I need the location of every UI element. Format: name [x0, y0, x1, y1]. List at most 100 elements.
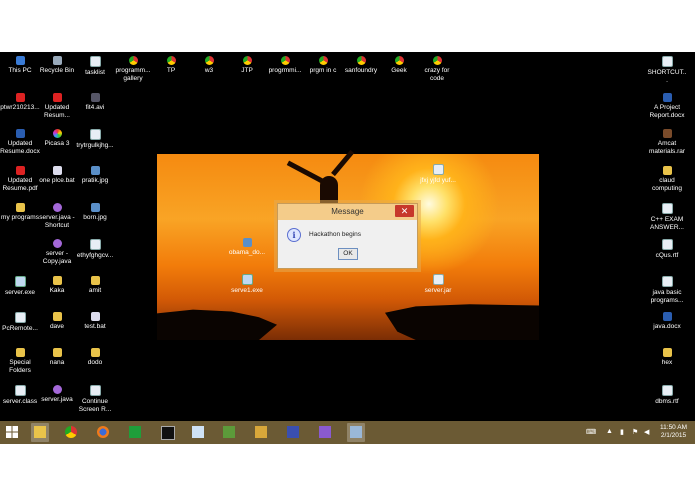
desktop-icon[interactable]: dodo [75, 348, 115, 367]
file-icon [89, 239, 101, 250]
pc-icon [15, 56, 25, 65]
desktop-icon[interactable]: serve1.exe [227, 274, 267, 295]
desktop-icon[interactable]: born.jpg [75, 203, 115, 222]
remote-desktop-icon [350, 426, 362, 438]
desktop-icon[interactable]: w3 [189, 56, 229, 75]
desktop-icon[interactable]: java basic programs... [647, 276, 687, 305]
taskbar-image-viewer[interactable] [220, 423, 238, 442]
taskbar-remote-desktop[interactable] [347, 423, 365, 442]
desktop-icon[interactable]: programm... gallery [113, 56, 153, 83]
desktop-icon[interactable]: ptwr210213... [0, 93, 40, 112]
clock-date: 2/1/2015 [660, 432, 687, 439]
desktop-icon[interactable]: tasklist [75, 56, 115, 77]
person-arm-left [286, 160, 327, 185]
desktop-icon[interactable]: TP [151, 56, 191, 75]
chrome-icon [318, 56, 328, 65]
desktop-icon[interactable]: java.docx [647, 312, 687, 331]
desktop-icon[interactable]: progrmmi... [265, 56, 305, 75]
close-icon[interactable]: ✕ [395, 205, 414, 217]
desktop-icon[interactable]: Continue Screen R... [75, 385, 115, 414]
desktop-icon[interactable]: Picasa 3 [37, 129, 77, 148]
desktop-icon[interactable]: Updated Resume.docx [0, 129, 40, 156]
desktop-icon[interactable]: server - Copy.java [37, 239, 77, 266]
desktop-icon[interactable]: one plce.bat [37, 166, 77, 185]
windows-start-icon [6, 426, 18, 438]
network-icon[interactable]: ▮ [620, 428, 624, 436]
desktop-icon[interactable]: test.bat [75, 312, 115, 331]
cmd-icon [161, 426, 175, 440]
desktop-icon[interactable]: server.jar [418, 274, 458, 295]
taskbar-notepad[interactable] [189, 423, 207, 442]
taskbar: ⌨ ▲ ▮ ⚑ ◀ 11:50 AM 2/1/2015 [0, 421, 695, 444]
taskbar-cmd[interactable] [158, 423, 176, 442]
flag-icon[interactable]: ⚑ [632, 428, 638, 436]
desktop-icon[interactable]: server.class [0, 385, 40, 406]
desktop-icon[interactable]: jfxj yjfd yuf... [418, 164, 458, 185]
taskbar-java[interactable] [284, 423, 302, 442]
volume-icon[interactable]: ◀ [644, 428, 649, 436]
desktop-icon[interactable]: obama_do... [227, 238, 267, 257]
desktop-icon[interactable]: A Project Report.docx [647, 93, 687, 120]
bat-icon [52, 166, 62, 175]
folder-icon [52, 312, 62, 321]
desktop-icon[interactable]: server.java - Shortcut [37, 203, 77, 230]
pdf-icon [15, 166, 25, 175]
file-icon [89, 129, 101, 140]
chrome-icon [280, 56, 290, 65]
desktop-icon[interactable]: trytrgulkjhg... [75, 129, 115, 150]
pdf-icon [15, 93, 25, 102]
firefox-icon [97, 426, 109, 438]
desktop-icon[interactable]: crazy for code [417, 56, 457, 83]
desktop-icon[interactable]: server.exe [0, 276, 40, 297]
desktop-icon[interactable]: prgm in c [303, 56, 343, 75]
cliff-left [157, 309, 277, 340]
desktop-icon[interactable]: pratik.jpg [75, 166, 115, 185]
desktop-icon[interactable]: dave [37, 312, 77, 331]
desktop-icon[interactable]: C++ EXAM ANSWER... [647, 203, 687, 232]
file-icon [89, 56, 101, 67]
taskbar-chrome[interactable] [62, 423, 80, 442]
desktop-icon[interactable]: fit4.avi [75, 93, 115, 112]
keyboard-icon[interactable]: ⌨ [586, 428, 596, 436]
desktop-icon[interactable]: my programs [0, 203, 40, 222]
taskbar-visual-studio[interactable] [316, 423, 334, 442]
desktop-icon[interactable]: Kaka [37, 276, 77, 295]
desktop-icon[interactable]: This PC [0, 56, 40, 75]
desktop-icon[interactable]: sanfoundry [341, 56, 381, 75]
desktop-icon[interactable]: Geek [379, 56, 419, 75]
show-hidden-icons-icon[interactable]: ▲ [606, 428, 613, 435]
desktop-icon[interactable]: JTP [227, 56, 267, 75]
desktop-icon[interactable]: SHORTCUT... [647, 56, 687, 85]
desktop-icon[interactable]: Recycle Bin [37, 56, 77, 75]
taskbar-firefox[interactable] [94, 423, 112, 442]
ok-button[interactable]: OK [338, 248, 358, 260]
desktop-icon[interactable]: ethyfghgcv... [75, 239, 115, 260]
desktop-icon[interactable]: Updated Resume.pdf [0, 166, 40, 193]
file-icon [661, 385, 673, 396]
taskbar-file-explorer[interactable] [31, 423, 49, 442]
desktop-icon[interactable]: cQus.rtf [647, 239, 687, 260]
desktop-icon[interactable]: PcRemote... [0, 312, 40, 333]
image-icon [242, 238, 252, 247]
file-icon [14, 312, 26, 323]
desktop-icon[interactable]: Updated Resum... [37, 93, 77, 120]
bat-icon [90, 312, 100, 321]
dialog-titlebar[interactable]: Message ✕ [278, 204, 417, 220]
desktop-icon[interactable]: Special Folders [0, 348, 40, 375]
store-icon [129, 426, 141, 438]
desktop-icon[interactable]: claud computing [647, 166, 687, 193]
desktop-icon[interactable]: hex [647, 348, 687, 367]
desktop-icon[interactable]: nana [37, 348, 77, 367]
desktop-icon[interactable]: amit [75, 276, 115, 295]
desktop-icon[interactable]: Amcat materials.rar [647, 129, 687, 156]
taskbar-store[interactable] [126, 423, 144, 442]
desktop-icon[interactable]: dbms.rtf [647, 385, 687, 406]
notepad-icon [192, 426, 204, 438]
image-icon [90, 203, 100, 212]
windows-start-button[interactable] [3, 423, 21, 442]
image-icon [90, 166, 100, 175]
system-clock[interactable]: 11:50 AM 2/1/2015 [660, 424, 687, 440]
chrome-icon [65, 426, 77, 438]
desktop-icon[interactable]: server.java [37, 385, 77, 404]
taskbar-word[interactable] [252, 423, 270, 442]
